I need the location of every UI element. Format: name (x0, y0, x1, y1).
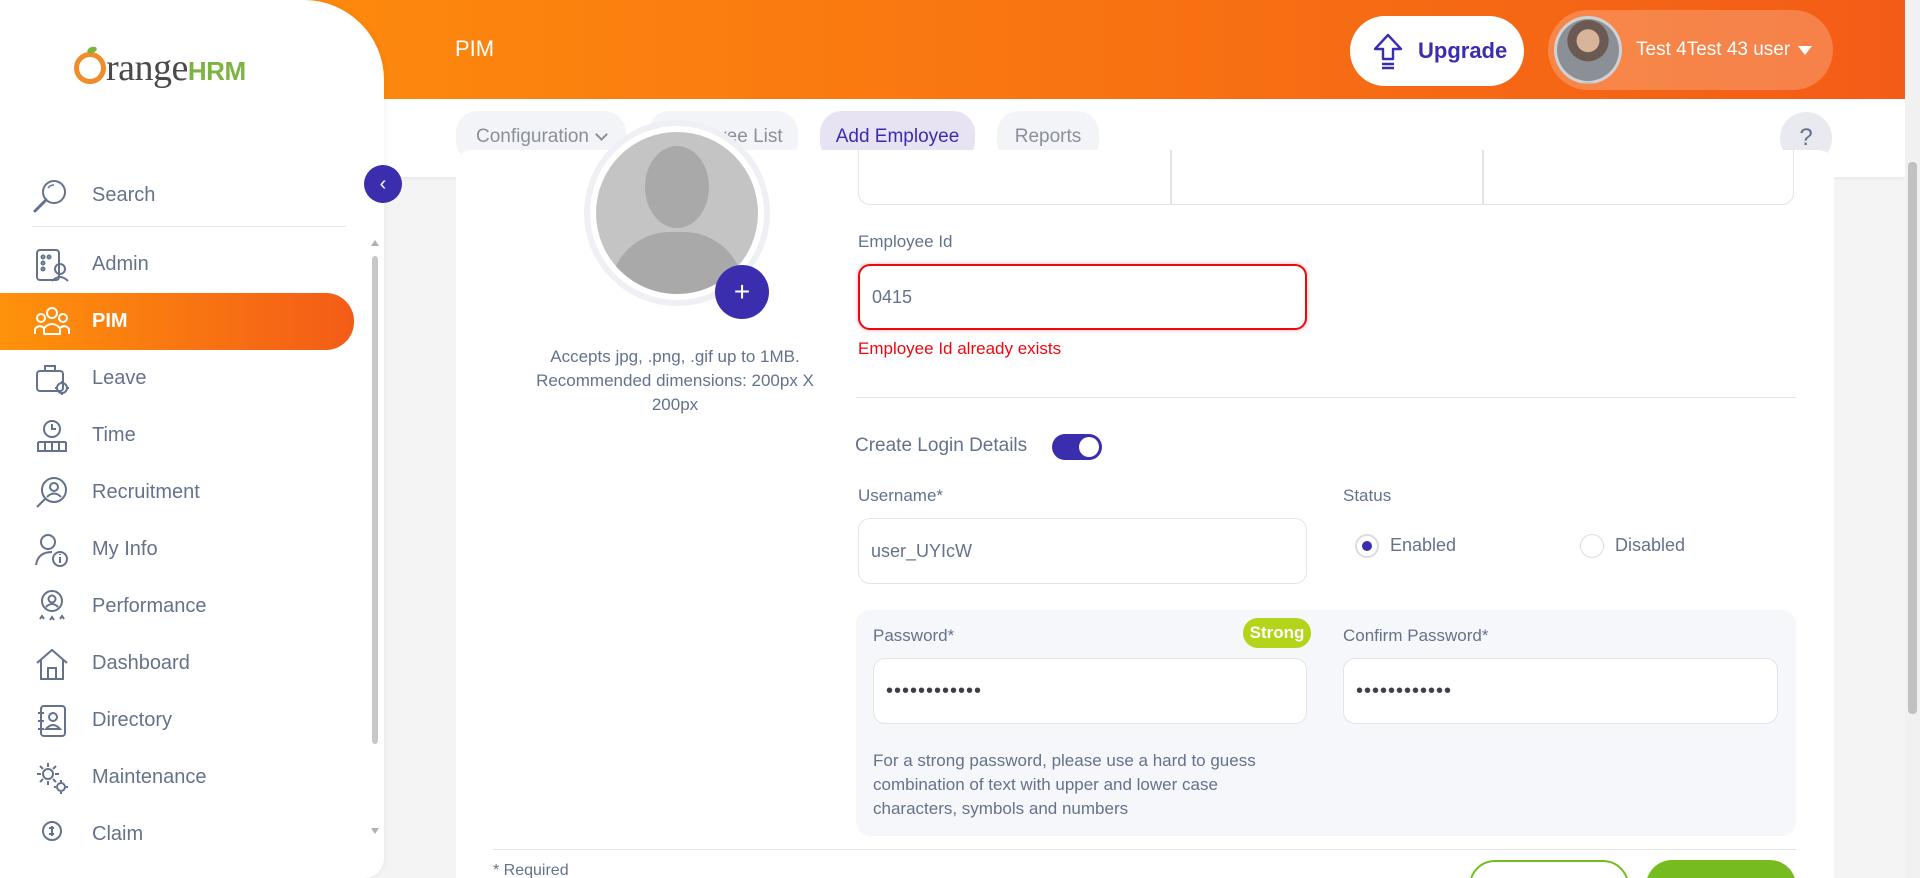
username-label: Username* (858, 486, 944, 505)
user-dropdown[interactable]: Test 4Test 43 user (1548, 10, 1833, 90)
avatar-head (645, 146, 709, 228)
sidebar-item-label: Recruitment (92, 481, 200, 503)
scroll-up-icon[interactable] (371, 240, 379, 246)
logo-suffix: HRM (187, 56, 246, 86)
status-enabled-radio[interactable] (1355, 534, 1379, 558)
footer-divider (493, 849, 1796, 850)
status-label: Status (1343, 486, 1392, 505)
sidebar-item-label: PIM (92, 310, 128, 332)
my-info-icon (35, 533, 68, 567)
logo-orange-icon (74, 52, 106, 84)
time-icon (37, 419, 67, 452)
password-strength-badge: Strong (1243, 618, 1311, 648)
status-disabled-radio[interactable] (1580, 534, 1604, 558)
name-fields-row (858, 150, 1794, 205)
password-input[interactable]: •••••••••••• (873, 658, 1307, 724)
sidebar-scroll-thumb[interactable] (372, 256, 378, 744)
chevron-left-icon: ‹ (379, 173, 387, 195)
sidebar-item-leave[interactable]: Leave (0, 350, 364, 407)
sidebar-search[interactable]: Search (32, 165, 346, 227)
save-button[interactable] (1646, 860, 1796, 878)
caret-down-icon (1798, 45, 1813, 55)
sidebar-item-my-info[interactable]: My Info (0, 521, 364, 578)
collapse-sidebar-button[interactable]: ‹ (364, 165, 402, 203)
sidebar-item-label: Performance (92, 595, 207, 617)
logo-text: range (106, 47, 188, 89)
status-disabled-label[interactable]: Disabled (1615, 535, 1685, 556)
page-title: PIM (455, 36, 495, 61)
page-scrollbar-thumb[interactable] (1908, 162, 1917, 714)
search-label: Search (92, 184, 156, 206)
employee-id-error: Employee Id already exists (858, 339, 1062, 358)
toggle-knob (1079, 437, 1099, 457)
avatar (1554, 16, 1622, 84)
sidebar-item-recruitment[interactable]: Recruitment (0, 464, 364, 521)
sidebar-item-label: Admin (92, 253, 149, 275)
status-enabled-label[interactable]: Enabled (1390, 535, 1456, 556)
page-scrollbar[interactable] (1905, 0, 1920, 878)
chevron-down-icon (595, 128, 608, 141)
upgrade-icon (1373, 33, 1403, 70)
sidebar-item-performance[interactable]: Performance (0, 578, 364, 635)
confirm-password-input[interactable]: •••••••••••• (1343, 658, 1778, 724)
scroll-down-icon[interactable] (371, 828, 379, 834)
tab-add-employee-label: Add Employee (835, 126, 960, 147)
create-login-label: Create Login Details (855, 435, 1028, 456)
leave-icon (36, 364, 69, 395)
sidebar-item-label: My Info (92, 538, 158, 560)
upgrade-label: Upgrade (1418, 38, 1508, 63)
pim-icon (34, 306, 70, 335)
last-name-field[interactable] (1482, 150, 1794, 205)
sidebar-item-pim[interactable]: PIM (0, 293, 354, 350)
sidebar-item-claim[interactable]: Claim (0, 806, 364, 863)
employee-id-input[interactable]: 0415 (858, 264, 1307, 330)
section-divider (856, 397, 1796, 398)
user-name: Test 4Test 43 user (1636, 39, 1791, 60)
directory-icon (38, 704, 66, 737)
admin-icon (36, 248, 69, 282)
sidebar-item-dashboard[interactable]: Dashboard (0, 635, 364, 692)
performance-icon (39, 589, 65, 621)
sidebar-item-label: Claim (92, 823, 144, 845)
first-name-field[interactable] (858, 150, 1172, 205)
dashboard-icon (36, 648, 68, 680)
username-input[interactable]: user_UYIcW (858, 518, 1307, 584)
sidebar-item-label: Leave (92, 367, 147, 389)
sidebar: rangeHRM Search Admin PIM Leave Time Rec… (0, 0, 384, 878)
sidebar-item-label: Maintenance (92, 766, 207, 788)
sidebar-item-maintenance[interactable]: Maintenance (0, 749, 364, 806)
sidebar-item-admin[interactable]: Admin (0, 236, 364, 293)
add-photo-button[interactable]: + (715, 265, 769, 319)
search-icon (33, 179, 66, 212)
recruitment-icon (36, 476, 67, 508)
sidebar-item-time[interactable]: Time (0, 407, 364, 464)
upgrade-button[interactable]: Upgrade (1350, 16, 1524, 86)
sidebar-item-label: Time (92, 424, 136, 446)
maintenance-icon (37, 762, 68, 794)
password-hint: For a strong password, please use a hard… (873, 751, 1256, 818)
sidebar-item-directory[interactable]: Directory (0, 692, 364, 749)
middle-name-field[interactable] (1170, 150, 1484, 205)
sidebar-item-label: Dashboard (92, 652, 190, 674)
tab-configuration-label: Configuration (475, 126, 590, 147)
sidebar-item-label: Directory (92, 709, 173, 731)
confirm-password-label: Confirm Password* (1343, 626, 1489, 645)
required-note: * Required (493, 862, 569, 878)
password-label: Password* (873, 626, 955, 645)
tab-reports-label: Reports (1014, 126, 1082, 147)
cancel-button[interactable] (1469, 860, 1629, 878)
sidebar-scrollbar[interactable] (370, 238, 380, 836)
employee-id-label: Employee Id (858, 232, 953, 251)
sidebar-menu: Admin PIM Leave Time Recruitment My Info… (0, 236, 364, 863)
claim-icon (42, 820, 62, 841)
photo-hint: Accepts jpg, .png, .gif up to 1MB. Recom… (536, 347, 814, 414)
orangehrm-logo: rangeHRM (74, 46, 246, 90)
create-login-toggle[interactable] (1052, 434, 1102, 460)
